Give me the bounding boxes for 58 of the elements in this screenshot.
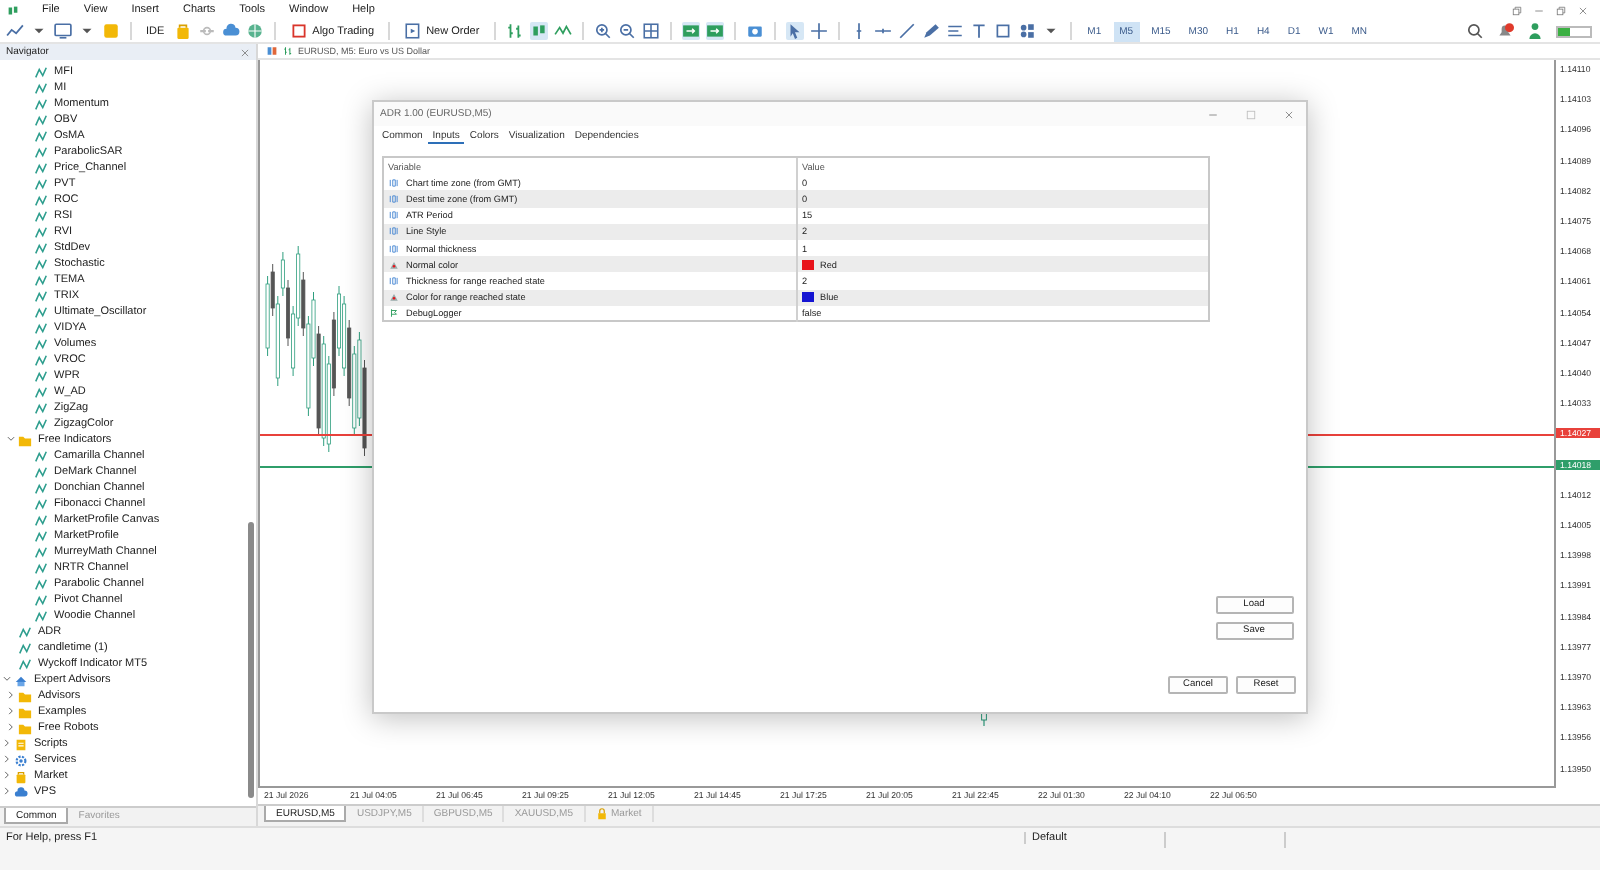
cloud-icon bbox=[14, 785, 28, 799]
shapes-icon[interactable] bbox=[1017, 22, 1036, 40]
gear-icon bbox=[14, 753, 28, 767]
number-icon bbox=[388, 193, 400, 204]
grid-icon[interactable] bbox=[641, 22, 660, 40]
chart-icon bbox=[282, 46, 294, 56]
candlestick-icon[interactable] bbox=[529, 22, 548, 40]
chart-shift-icon[interactable] bbox=[681, 22, 700, 40]
chevron-down-icon[interactable] bbox=[6, 434, 16, 444]
number-icon bbox=[388, 275, 400, 286]
line-chart-icon[interactable] bbox=[553, 22, 572, 40]
number-icon bbox=[388, 177, 400, 188]
close-icon[interactable] bbox=[1284, 109, 1294, 119]
line-chart-icon[interactable] bbox=[6, 22, 24, 40]
chevron-right-icon[interactable] bbox=[2, 738, 12, 748]
zoom-out-icon[interactable] bbox=[617, 22, 636, 40]
link-icon[interactable] bbox=[198, 22, 217, 40]
close-icon[interactable] bbox=[1578, 5, 1588, 15]
connection-meter bbox=[1556, 25, 1592, 37]
flag-icon bbox=[388, 308, 400, 319]
number-icon bbox=[388, 243, 400, 254]
notification-icon[interactable] bbox=[1496, 22, 1514, 40]
bar-chart-icon[interactable] bbox=[505, 22, 524, 40]
bag-icon bbox=[14, 769, 28, 783]
rectangle-icon[interactable] bbox=[993, 22, 1012, 40]
cursor-icon[interactable] bbox=[785, 22, 804, 40]
chevron-right-icon[interactable] bbox=[2, 786, 12, 796]
search-icon[interactable] bbox=[1466, 22, 1484, 40]
chevron-right-icon[interactable] bbox=[6, 690, 16, 700]
chevron-down-icon[interactable] bbox=[2, 674, 12, 684]
window-icon bbox=[266, 46, 278, 56]
close-icon[interactable] bbox=[240, 47, 250, 57]
zoom-in-icon[interactable] bbox=[593, 22, 612, 40]
camera-icon[interactable] bbox=[745, 22, 764, 40]
bag-icon[interactable] bbox=[174, 22, 193, 40]
monitor-icon[interactable] bbox=[54, 22, 72, 40]
number-icon bbox=[388, 226, 400, 237]
order-icon bbox=[404, 22, 423, 40]
stop-icon bbox=[290, 22, 309, 40]
chevron-right-icon[interactable] bbox=[2, 754, 12, 764]
chevron-right-icon[interactable] bbox=[6, 722, 16, 732]
person-icon[interactable] bbox=[1526, 22, 1544, 40]
text-icon[interactable] bbox=[969, 22, 988, 40]
restore-icon[interactable] bbox=[1556, 5, 1566, 15]
crosshair-icon[interactable] bbox=[809, 22, 828, 40]
globe-icon[interactable] bbox=[246, 22, 265, 40]
palette-icon bbox=[388, 292, 400, 303]
scrollbar-thumb[interactable] bbox=[248, 522, 254, 798]
restore-icon[interactable] bbox=[1512, 5, 1522, 15]
chevron-right-icon[interactable] bbox=[2, 770, 12, 780]
chevron-right-icon[interactable] bbox=[6, 706, 16, 716]
app-logo-icon bbox=[6, 3, 20, 17]
auto-scroll-icon[interactable] bbox=[705, 22, 724, 40]
cloud-icon[interactable] bbox=[222, 22, 241, 40]
folder-icon bbox=[18, 433, 32, 447]
palette-icon bbox=[388, 259, 400, 270]
trend-line-icon[interactable] bbox=[897, 22, 916, 40]
number-icon bbox=[388, 210, 400, 221]
